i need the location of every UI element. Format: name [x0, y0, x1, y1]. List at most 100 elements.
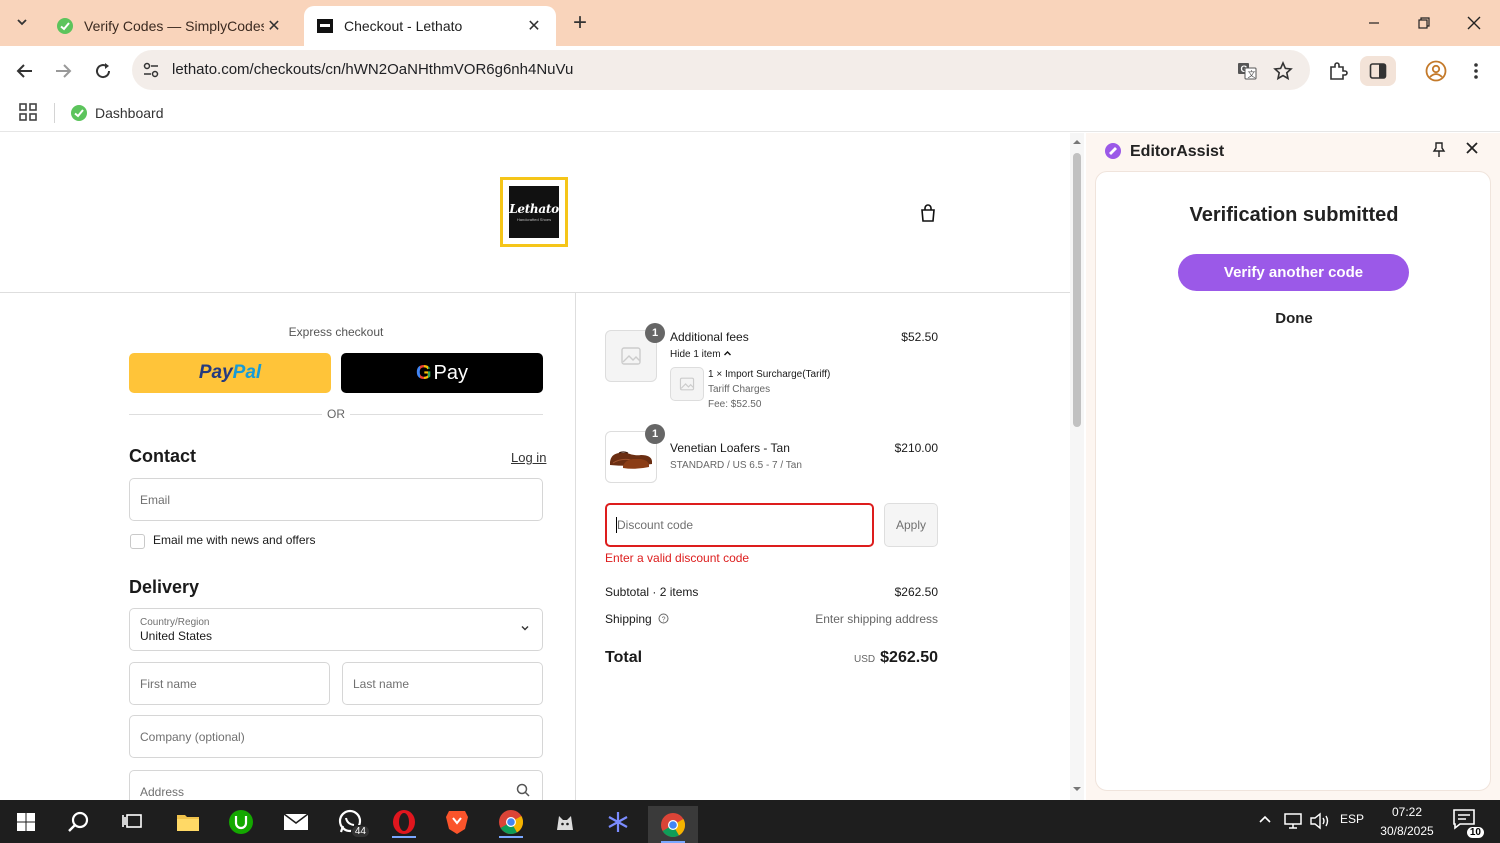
bookmark-label: Dashboard	[95, 105, 164, 121]
verification-heading: Verification submitted	[1189, 204, 1399, 226]
scroll-thumb[interactable]	[1073, 153, 1081, 427]
clock-time: 07:22	[1391, 805, 1423, 819]
chrome-profile-button[interactable]	[491, 806, 531, 838]
chevron-down-icon	[521, 626, 529, 631]
country-select[interactable]: Country/Region United States	[129, 608, 543, 651]
taskbar-search-button[interactable]	[59, 806, 99, 838]
tab-simplycodes[interactable]: Verify Codes — SimplyCodes ✕	[44, 6, 296, 46]
snowflake-app-button[interactable]	[598, 806, 638, 838]
volume-button[interactable]	[1309, 812, 1331, 833]
address-bar[interactable]: lethato.com/checkouts/cn/hWN2OaNHthmVOR6…	[132, 50, 1310, 90]
brave-button[interactable]	[437, 806, 477, 838]
store-header: Lethato Handcrafted Shoes	[0, 133, 1070, 293]
tab-strip: Verify Codes — SimplyCodes ✕ Checkout - …	[0, 0, 1500, 46]
newsletter-checkbox[interactable]	[130, 534, 145, 549]
express-checkout-label: Express checkout	[288, 325, 384, 339]
new-tab-button[interactable]: +	[566, 10, 594, 38]
company-placeholder: Company (optional)	[140, 730, 245, 744]
scroll-up-icon[interactable]	[1073, 138, 1081, 146]
profile-icon	[1425, 60, 1447, 82]
side-panel-icon	[1369, 63, 1387, 79]
store-logo[interactable]: Lethato Handcrafted Shoes	[500, 177, 568, 247]
folder-icon	[177, 815, 199, 831]
side-panel-button[interactable]	[1360, 56, 1396, 86]
lethato-favicon-icon	[317, 19, 333, 33]
browser-menu-button[interactable]	[1460, 56, 1492, 86]
login-link[interactable]: Log in	[511, 450, 546, 465]
clock[interactable]: 07:22 30/8/2025	[1372, 803, 1442, 841]
help-circle-icon[interactable]: ?	[658, 613, 669, 624]
apply-discount-button[interactable]: Apply	[884, 503, 938, 547]
tab-checkout[interactable]: Checkout - Lethato ✕	[304, 6, 556, 46]
forward-button[interactable]	[48, 56, 78, 86]
back-button[interactable]	[10, 56, 40, 86]
chrome-button[interactable]	[648, 806, 698, 843]
scroll-down-icon[interactable]	[1073, 785, 1081, 793]
close-tab-icon[interactable]: ✕	[524, 16, 544, 36]
or-label: OR	[322, 407, 350, 421]
app-button[interactable]	[545, 806, 585, 838]
pin-icon	[1432, 142, 1446, 157]
bookmarks-divider	[54, 103, 55, 123]
tab-search-button[interactable]	[8, 8, 36, 36]
hide-items-toggle[interactable]: Hide 1 item	[670, 349, 732, 360]
side-panel-title: EditorAssist	[1130, 143, 1225, 160]
mail-icon	[283, 813, 309, 830]
show-hidden-icons-button[interactable]	[1258, 812, 1272, 829]
notification-count: 10	[1466, 827, 1484, 838]
close-side-panel-button[interactable]	[1466, 141, 1478, 159]
company-field[interactable]: Company (optional)	[129, 715, 543, 758]
opera-button[interactable]	[384, 806, 424, 838]
upwork-button[interactable]	[221, 806, 261, 838]
paypal-button[interactable]: Pay Pal	[129, 353, 331, 393]
first-name-field[interactable]: First name	[129, 662, 330, 705]
mail-button[interactable]	[276, 806, 316, 838]
email-field[interactable]: Email	[129, 478, 543, 521]
close-tab-icon[interactable]: ✕	[264, 16, 284, 36]
svg-text:文: 文	[1248, 69, 1256, 79]
notification-center-button[interactable]: 10	[1452, 808, 1484, 838]
close-window-button[interactable]	[1454, 8, 1494, 38]
editorassist-side-panel: EditorAssist Verification submitted Veri…	[1086, 133, 1500, 800]
discount-code-input[interactable]: Discount code	[605, 503, 874, 547]
arrow-right-icon	[56, 64, 72, 78]
translate-button[interactable]: G文	[1235, 59, 1259, 83]
page-scrollbar[interactable]	[1070, 133, 1084, 800]
network-button[interactable]	[1282, 812, 1304, 833]
item-price: $210.00	[894, 441, 938, 455]
reload-button[interactable]	[88, 56, 118, 86]
apps-button[interactable]	[18, 102, 38, 127]
opera-icon	[393, 810, 415, 834]
paypal-logo-pal: Pal	[232, 362, 262, 383]
address-placeholder: Address	[140, 785, 185, 799]
last-name-field[interactable]: Last name	[342, 662, 543, 705]
chevron-up-icon	[1259, 815, 1271, 823]
file-explorer-button[interactable]	[168, 806, 208, 838]
snowflake-icon	[608, 812, 628, 832]
extensions-button[interactable]	[1322, 56, 1354, 86]
minimize-icon	[1369, 22, 1379, 24]
restore-button[interactable]	[1404, 8, 1444, 38]
language-indicator[interactable]: ESP	[1340, 812, 1364, 826]
verify-another-code-button[interactable]: Verify another code	[1178, 254, 1409, 291]
editorassist-logo-icon	[1105, 143, 1121, 159]
bookmark-star-button[interactable]	[1271, 59, 1295, 83]
cat-icon	[557, 816, 573, 830]
profile-button[interactable]	[1420, 56, 1452, 86]
search-icon	[516, 783, 530, 797]
last-name-placeholder: Last name	[353, 677, 410, 691]
cart-button[interactable]	[918, 203, 938, 228]
whatsapp-button[interactable]: 44	[330, 806, 370, 838]
minimize-button[interactable]	[1354, 8, 1394, 38]
toggle-label: Hide 1 item	[670, 349, 721, 360]
clock-date: 30/8/2025	[1380, 824, 1434, 838]
task-view-button[interactable]	[112, 806, 152, 838]
site-settings-icon[interactable]	[142, 61, 160, 79]
search-icon	[68, 811, 89, 832]
start-button[interactable]	[6, 806, 46, 838]
done-button[interactable]: Done	[1096, 310, 1492, 327]
pin-button[interactable]	[1432, 142, 1446, 163]
google-pay-button[interactable]: G Pay	[341, 353, 543, 393]
bookmark-dashboard[interactable]: Dashboard	[70, 100, 164, 126]
address-field[interactable]: Address	[129, 770, 543, 800]
